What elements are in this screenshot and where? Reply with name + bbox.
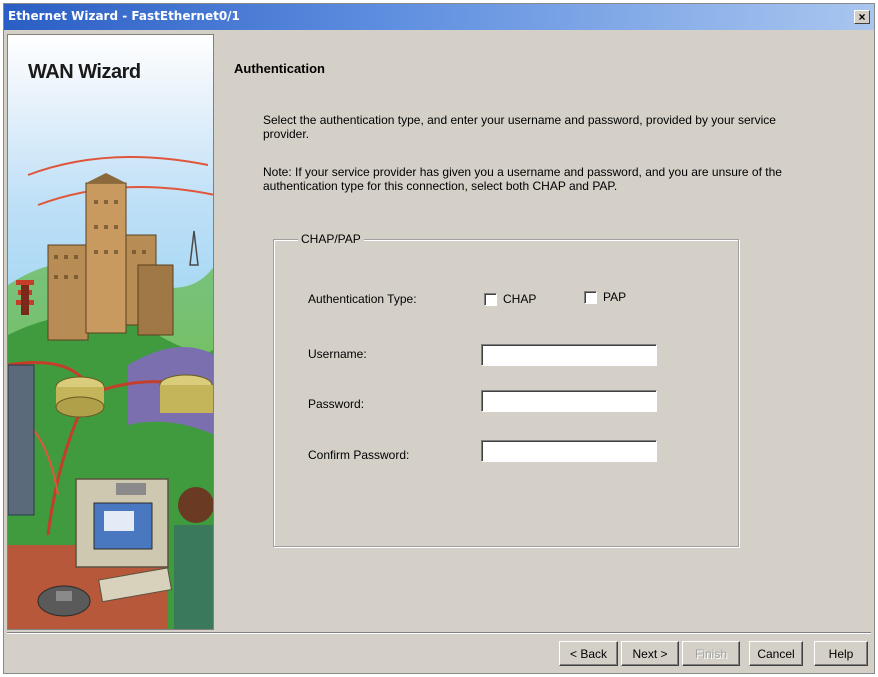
back-button[interactable]: < Back: [559, 641, 618, 666]
city-buildings: [47, 173, 174, 341]
chap-label[interactable]: CHAP: [503, 292, 536, 306]
username-label: Username:: [308, 347, 367, 361]
title-bar[interactable]: Ethernet Wizard - FastEthernet0/1 ×: [4, 4, 874, 30]
person: [174, 487, 213, 629]
wizard-window: Ethernet Wizard - FastEthernet0/1 × WAN …: [3, 3, 875, 674]
password-label: Password:: [308, 397, 365, 411]
close-icon: ×: [858, 10, 866, 24]
password-input[interactable]: [481, 390, 657, 412]
button-bar-separator: [7, 632, 871, 634]
page-description: Select the authentication type, and ente…: [263, 113, 776, 141]
chap-checkbox[interactable]: [484, 293, 497, 306]
wan-illustration: [8, 156, 213, 629]
cancel-button[interactable]: Cancel: [749, 641, 803, 666]
wizard-content: Authentication Select the authentication…: [217, 34, 873, 630]
sidebar-title: WAN Wizard: [28, 61, 141, 83]
finish-button[interactable]: Finish: [682, 641, 740, 666]
confirm-password-input[interactable]: [481, 440, 657, 462]
confirm-password-label: Confirm Password:: [308, 448, 410, 462]
window-title: Ethernet Wizard - FastEthernet0/1: [8, 9, 240, 23]
auth-type-label: Authentication Type:: [308, 292, 417, 306]
page-note: Note: If your service provider has given…: [263, 165, 782, 193]
pap-label[interactable]: PAP: [603, 290, 626, 304]
pap-checkbox[interactable]: [584, 291, 597, 304]
groupbox-legend: CHAP/PAP: [298, 232, 364, 246]
username-input[interactable]: [481, 344, 657, 366]
help-button[interactable]: Help: [814, 641, 868, 666]
chap-pap-groupbox: CHAP/PAP Authentication Type: CHAP PAP U…: [273, 232, 739, 547]
wizard-sidebar: WAN Wizard: [7, 34, 214, 630]
page-heading: Authentication: [234, 61, 325, 76]
close-button[interactable]: ×: [854, 10, 870, 24]
next-button[interactable]: Next >: [621, 641, 679, 666]
